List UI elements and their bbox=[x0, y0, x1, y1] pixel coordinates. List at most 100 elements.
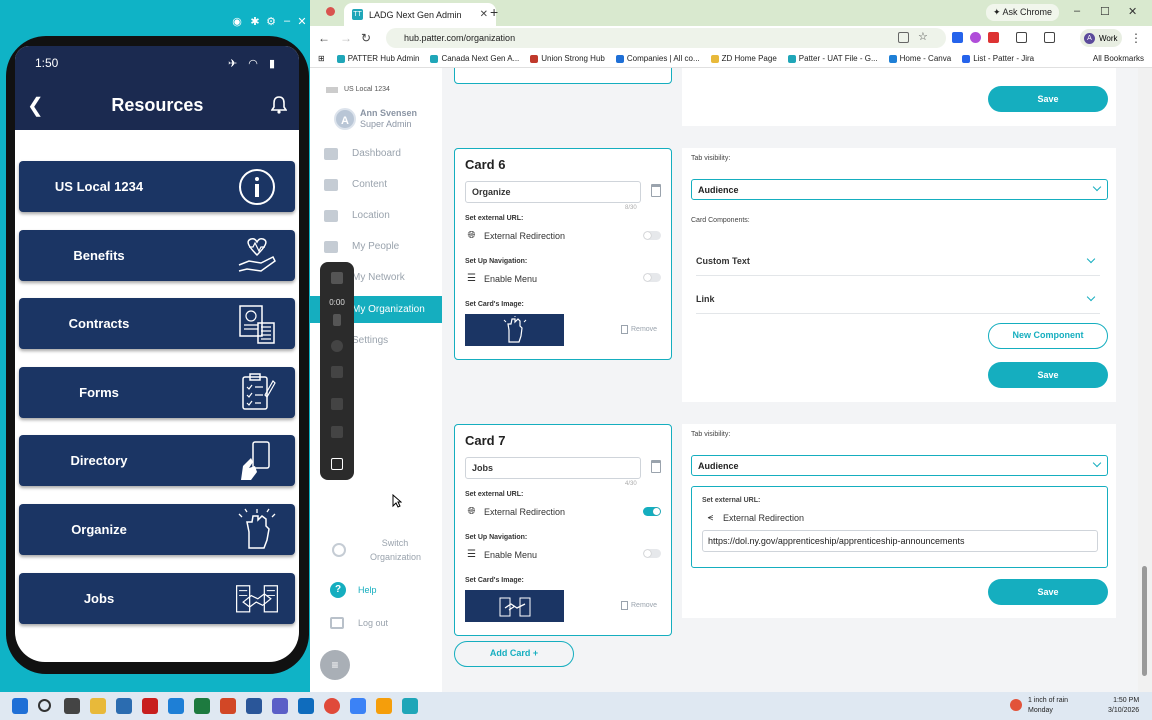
sidebar-item-content[interactable]: Content bbox=[310, 171, 442, 198]
component-link[interactable]: Link bbox=[696, 284, 1100, 314]
minimize-icon[interactable]: – bbox=[280, 15, 294, 29]
app-icon[interactable] bbox=[350, 698, 366, 714]
settings-icon[interactable]: ⚙ bbox=[264, 15, 278, 29]
profile-button[interactable]: A Work bbox=[1080, 29, 1122, 47]
bookmark-item[interactable]: ZD Home Page bbox=[710, 54, 777, 63]
outlook-icon[interactable] bbox=[168, 698, 184, 714]
remove-image-button[interactable]: Remove bbox=[621, 601, 657, 610]
minimize-window-icon[interactable]: – bbox=[1074, 5, 1080, 17]
weather-widget[interactable]: 1 inch of rain Monday bbox=[1028, 696, 1068, 716]
word-icon[interactable] bbox=[246, 698, 262, 714]
collapse-menu-icon[interactable]: ≡ bbox=[320, 650, 350, 680]
reload-icon[interactable]: ↻ bbox=[361, 31, 371, 45]
side-panel-icon[interactable] bbox=[1044, 32, 1055, 43]
camera-icon[interactable] bbox=[331, 458, 343, 470]
bookmark-item[interactable]: Home - Canva bbox=[888, 54, 951, 63]
sidebar-item-my-people[interactable]: My People bbox=[310, 233, 442, 260]
apps-icon[interactable]: ⊞ bbox=[318, 54, 325, 63]
trash-icon[interactable] bbox=[331, 366, 343, 378]
help-link[interactable]: ? Help bbox=[330, 582, 377, 598]
tab-close-icon[interactable]: ✕ bbox=[480, 9, 488, 20]
enable-menu-toggle[interactable] bbox=[643, 273, 661, 282]
bookmark-item[interactable]: Patter - UAT File - G... bbox=[787, 54, 878, 63]
external-redirection-toggle[interactable] bbox=[643, 507, 661, 516]
clock[interactable]: 1:50 PM 3/10/2026 bbox=[1108, 696, 1139, 716]
back-arrow-icon[interactable]: ← bbox=[318, 31, 330, 45]
bookmark-item[interactable]: PATTER Hub Admin bbox=[336, 54, 419, 63]
add-card-button[interactable]: Add Card + bbox=[454, 641, 574, 667]
save-button[interactable]: Save bbox=[988, 579, 1108, 605]
card-name-input[interactable]: Jobs bbox=[465, 457, 641, 479]
start-icon[interactable] bbox=[12, 698, 28, 714]
delete-card-icon[interactable] bbox=[651, 184, 661, 197]
star-icon[interactable]: ☆ bbox=[918, 30, 929, 43]
card-image-thumbnail[interactable] bbox=[465, 590, 564, 622]
enable-menu-toggle[interactable] bbox=[643, 549, 661, 558]
file-explorer-icon[interactable] bbox=[90, 698, 106, 714]
puzzle-icon[interactable] bbox=[1016, 32, 1027, 43]
extension-icon[interactable] bbox=[988, 32, 999, 43]
app-icon[interactable] bbox=[376, 698, 392, 714]
weather-icon[interactable] bbox=[1010, 699, 1022, 711]
bell-icon[interactable] bbox=[270, 96, 288, 114]
app-icon[interactable] bbox=[298, 698, 314, 714]
store-icon[interactable] bbox=[116, 698, 132, 714]
logout-link[interactable]: Log out bbox=[330, 617, 388, 629]
extension-icon[interactable] bbox=[952, 32, 963, 43]
browser-tab[interactable]: TT LADG Next Gen Admin ✕ bbox=[344, 3, 496, 26]
window-menu-icon[interactable] bbox=[326, 7, 335, 16]
sidebar-item-location[interactable]: Location bbox=[310, 202, 442, 229]
new-tab-icon[interactable]: + bbox=[490, 4, 498, 20]
back-icon[interactable]: ❮ bbox=[27, 93, 44, 118]
sidebar-item-dashboard[interactable]: Dashboard bbox=[310, 140, 442, 167]
save-button[interactable]: Save bbox=[988, 86, 1108, 112]
all-bookmarks-button[interactable]: All Bookmarks bbox=[1093, 54, 1144, 63]
resource-card[interactable]: US Local 1234 bbox=[19, 161, 295, 212]
pin-icon[interactable]: ✱ bbox=[248, 15, 262, 29]
audience-select[interactable]: Audience bbox=[691, 455, 1108, 476]
close-window-icon[interactable]: ✕ bbox=[1128, 5, 1137, 18]
app-icon[interactable] bbox=[142, 698, 158, 714]
scrollbar-thumb[interactable] bbox=[1142, 566, 1147, 676]
forward-arrow-icon[interactable]: → bbox=[340, 31, 352, 45]
scrollbar[interactable] bbox=[1138, 68, 1152, 692]
card-name-input[interactable]: Organize bbox=[465, 181, 641, 203]
bookmark-item[interactable]: List - Patter - Jira bbox=[962, 54, 1034, 63]
audience-select[interactable]: Audience bbox=[691, 179, 1108, 200]
save-button[interactable]: Save bbox=[988, 362, 1108, 388]
search-icon[interactable] bbox=[38, 699, 51, 712]
powerpoint-icon[interactable] bbox=[220, 698, 236, 714]
remove-image-button[interactable]: Remove bbox=[621, 325, 657, 334]
close-icon[interactable]: ✕ bbox=[295, 15, 309, 29]
resource-card[interactable]: Jobs bbox=[19, 572, 295, 624]
app-icon[interactable] bbox=[402, 698, 418, 714]
stop-icon[interactable] bbox=[331, 272, 343, 284]
task-view-icon[interactable] bbox=[64, 698, 80, 714]
card-image-thumbnail[interactable] bbox=[465, 314, 564, 346]
switch-organization-button[interactable]: Switch Organization bbox=[332, 536, 421, 564]
excel-icon[interactable] bbox=[194, 698, 210, 714]
external-url-input[interactable]: https://dol.ny.gov/apprenticeship/appren… bbox=[702, 530, 1098, 552]
restart-icon[interactable] bbox=[331, 340, 343, 352]
ask-chrome-button[interactable]: ✦ Ask Chrome bbox=[986, 4, 1060, 21]
resource-card[interactable]: Contracts bbox=[19, 298, 295, 350]
component-custom-text[interactable]: Custom Text bbox=[696, 246, 1100, 276]
resource-card[interactable]: Forms bbox=[19, 366, 295, 418]
external-redirection-toggle[interactable] bbox=[643, 231, 661, 240]
chrome-icon[interactable] bbox=[324, 698, 340, 714]
install-icon[interactable] bbox=[898, 32, 909, 43]
bookmark-item[interactable]: Companies | All co... bbox=[615, 54, 700, 63]
bookmark-item[interactable]: Union Strong Hub bbox=[530, 54, 605, 63]
pause-icon[interactable] bbox=[333, 314, 341, 326]
menu-icon[interactable]: ⋮ bbox=[1130, 31, 1142, 45]
resource-card[interactable]: Benefits bbox=[19, 229, 295, 281]
volume-icon[interactable] bbox=[331, 398, 343, 410]
record-icon[interactable]: ◉ bbox=[230, 15, 244, 29]
resource-card[interactable]: Organize bbox=[19, 503, 295, 555]
extension-icon[interactable] bbox=[970, 32, 981, 43]
bookmark-item[interactable]: Canada Next Gen A... bbox=[430, 54, 519, 63]
teams-icon[interactable] bbox=[272, 698, 288, 714]
resource-card[interactable]: Directory bbox=[19, 435, 295, 487]
grid-icon[interactable] bbox=[331, 426, 343, 438]
address-bar[interactable]: hub.patter.com/organization bbox=[386, 28, 946, 48]
